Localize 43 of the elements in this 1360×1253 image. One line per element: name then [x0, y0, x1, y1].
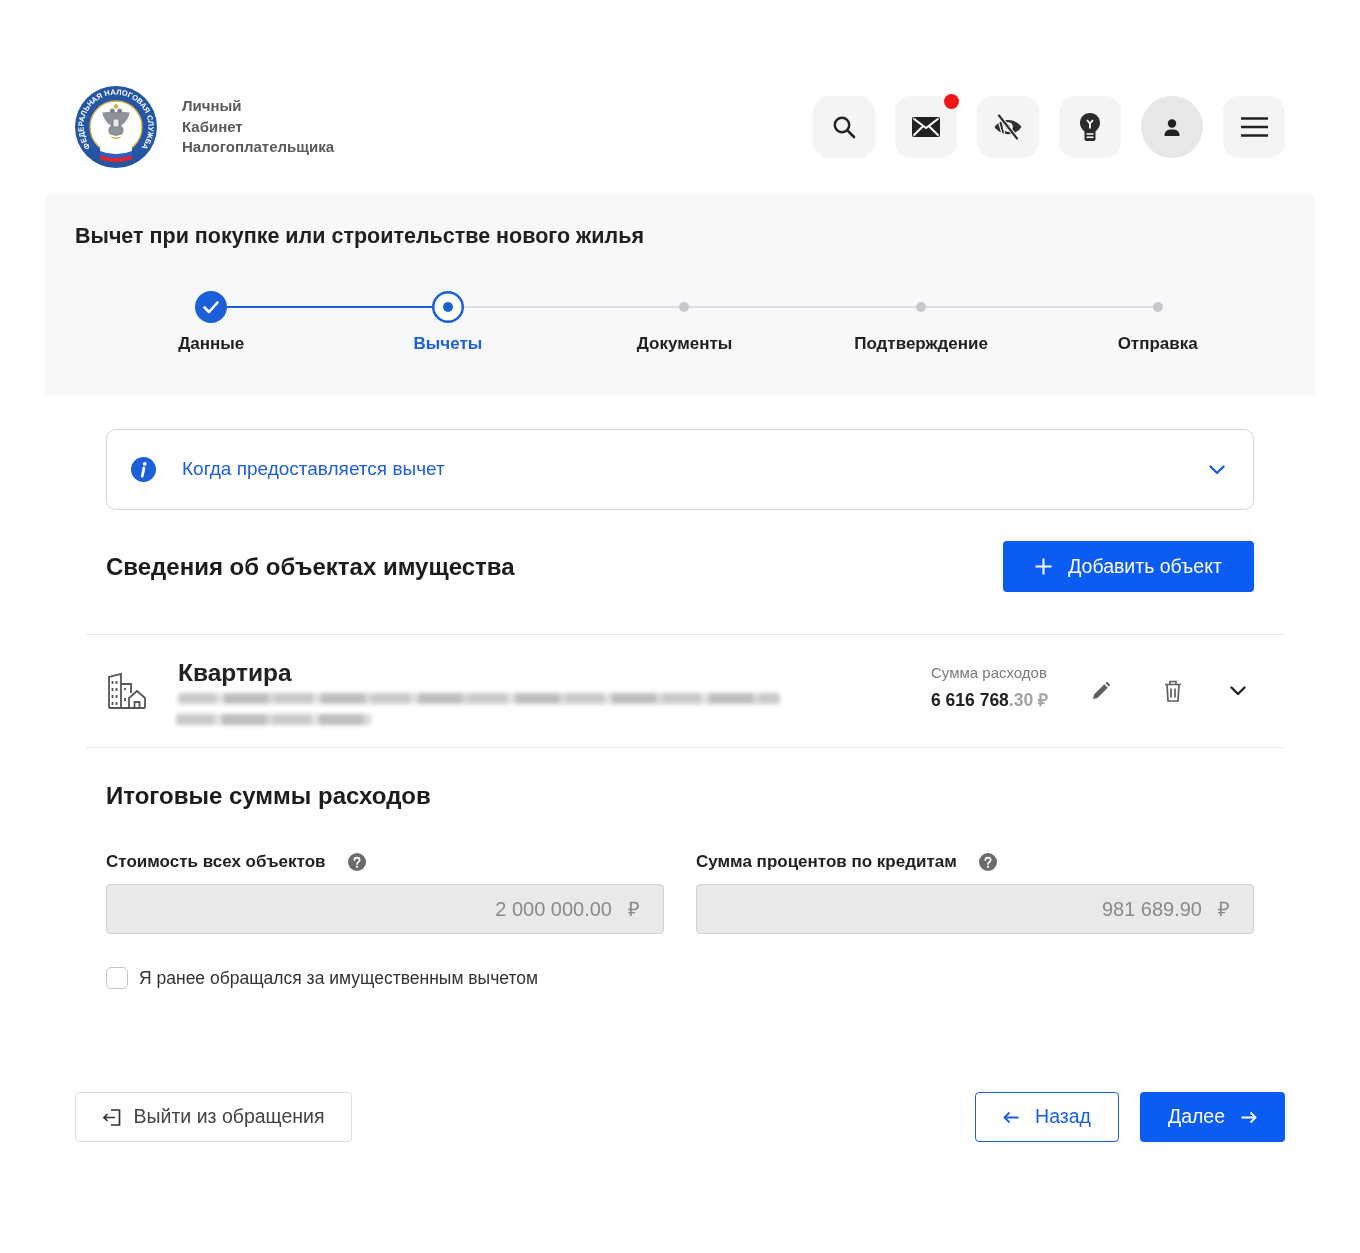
back-button[interactable]: Назад — [975, 1092, 1119, 1142]
help-icon[interactable] — [347, 853, 366, 871]
trash-icon[interactable] — [1164, 680, 1182, 702]
building-icon — [107, 672, 147, 710]
pencil-icon[interactable] — [1092, 682, 1110, 700]
property-title: Квартира — [178, 659, 293, 687]
step-label: Вычеты — [413, 333, 483, 355]
info-icon — [131, 457, 156, 482]
section-heading: Итоговые суммы расходов — [106, 781, 432, 811]
menu-button[interactable] — [1223, 96, 1285, 158]
mail-button[interactable] — [895, 96, 957, 158]
section-heading: Сведения об объектах имущества — [106, 551, 515, 582]
menu-icon — [1240, 117, 1268, 137]
expense-label: Сумма расходов — [931, 662, 1048, 683]
tips-button[interactable] — [1059, 96, 1121, 158]
checkbox[interactable] — [106, 967, 128, 989]
step-label: Данные — [178, 333, 245, 355]
field-label: Сумма процентов по кредитам — [696, 851, 957, 873]
visibility-button[interactable] — [977, 96, 1039, 158]
field-label: Стоимость всех объектов — [106, 851, 326, 873]
person-icon — [1164, 118, 1180, 136]
page-title: Вычет при покупке или строительстве нового жилья — [75, 223, 645, 250]
step-label: Документы — [636, 333, 733, 355]
arrow-left-icon — [1003, 1110, 1020, 1124]
exit-button[interactable]: Выйти из обращения — [75, 1092, 352, 1142]
exit-icon — [102, 1108, 122, 1126]
lightbulb-icon — [1079, 112, 1101, 142]
add-object-button[interactable]: Добавить объект — [1003, 541, 1254, 592]
info-accordion[interactable]: Когда предоставляется вычет — [106, 429, 1254, 510]
chevron-down-icon[interactable] — [1230, 686, 1246, 696]
envelope-icon — [912, 117, 940, 137]
step-label: Отправка — [1117, 333, 1198, 355]
help-icon[interactable] — [978, 853, 997, 871]
expense-amount: 6 616 768.30 ₽ — [931, 688, 1050, 712]
arrow-right-icon — [1241, 1110, 1258, 1124]
step-label: Подтверждение — [854, 333, 988, 355]
brand-name: Личный Кабинет Налогоплательщика — [182, 96, 334, 158]
eye-crossed-icon — [993, 114, 1023, 140]
search-button[interactable] — [813, 96, 875, 158]
search-icon — [832, 115, 856, 139]
plus-icon — [1035, 558, 1053, 575]
checkbox-label: Я ранее обращался за имущественным вычетом — [139, 967, 539, 989]
next-button[interactable]: Далее — [1140, 1092, 1285, 1142]
